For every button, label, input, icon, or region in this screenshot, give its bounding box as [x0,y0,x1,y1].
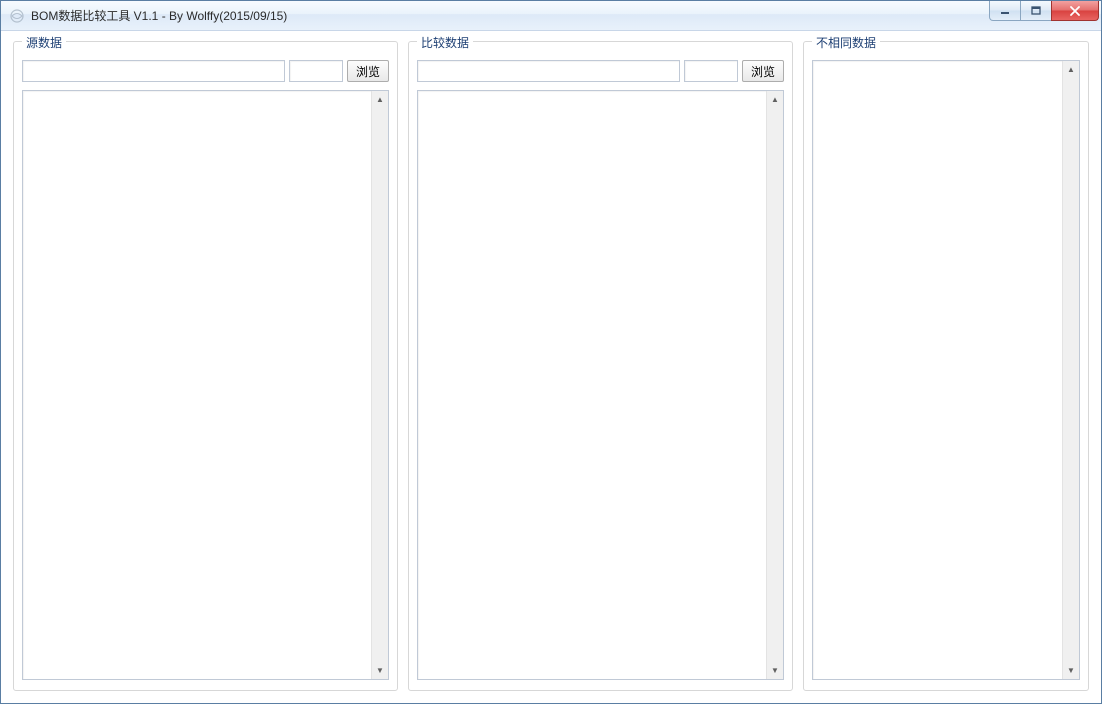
client-area: 源数据 浏览 ▲ ▼ 比较数据 浏览 [1,31,1101,703]
compare-small-input[interactable] [684,60,738,82]
compare-browse-button[interactable]: 浏览 [742,60,784,82]
scroll-down-icon[interactable]: ▼ [372,662,388,679]
maximize-button[interactable] [1020,1,1052,21]
titlebar[interactable]: BOM数据比较工具 V1.1 - By Wolffy(2015/09/15) [1,1,1101,31]
minimize-button[interactable] [989,1,1021,21]
app-window: BOM数据比较工具 V1.1 - By Wolffy(2015/09/15) [0,0,1102,704]
scroll-down-icon[interactable]: ▼ [767,662,783,679]
compare-textarea-content [418,91,766,679]
diff-textarea[interactable]: ▲ ▼ [812,60,1080,680]
diff-data-group: 不相同数据 ▲ ▼ [803,41,1089,691]
compare-path-input[interactable] [417,60,680,82]
minimize-icon [1000,7,1010,15]
compare-scrollbar[interactable]: ▲ ▼ [766,91,783,679]
source-scrollbar[interactable]: ▲ ▼ [371,91,388,679]
source-path-input[interactable] [22,60,285,82]
close-icon [1069,6,1081,16]
diff-scrollbar[interactable]: ▲ ▼ [1062,61,1079,679]
maximize-icon [1031,6,1041,15]
diff-textarea-content [813,61,1062,679]
source-data-group: 源数据 浏览 ▲ ▼ [13,41,398,691]
compare-legend: 比较数据 [417,34,473,51]
scroll-up-icon[interactable]: ▲ [1063,61,1079,78]
compare-textarea[interactable]: ▲ ▼ [417,90,784,680]
app-icon [9,8,25,24]
scroll-down-icon[interactable]: ▼ [1063,662,1079,679]
compare-input-row: 浏览 [417,60,784,82]
scroll-up-icon[interactable]: ▲ [372,91,388,108]
source-input-row: 浏览 [22,60,389,82]
source-textarea-content [23,91,371,679]
diff-legend: 不相同数据 [812,34,880,51]
source-textarea[interactable]: ▲ ▼ [22,90,389,680]
window-controls [989,1,1099,30]
compare-data-group: 比较数据 浏览 ▲ ▼ [408,41,793,691]
scroll-up-icon[interactable]: ▲ [767,91,783,108]
source-legend: 源数据 [22,34,66,51]
close-button[interactable] [1051,1,1099,21]
source-browse-button[interactable]: 浏览 [347,60,389,82]
window-title: BOM数据比较工具 V1.1 - By Wolffy(2015/09/15) [31,7,989,24]
source-small-input[interactable] [289,60,343,82]
